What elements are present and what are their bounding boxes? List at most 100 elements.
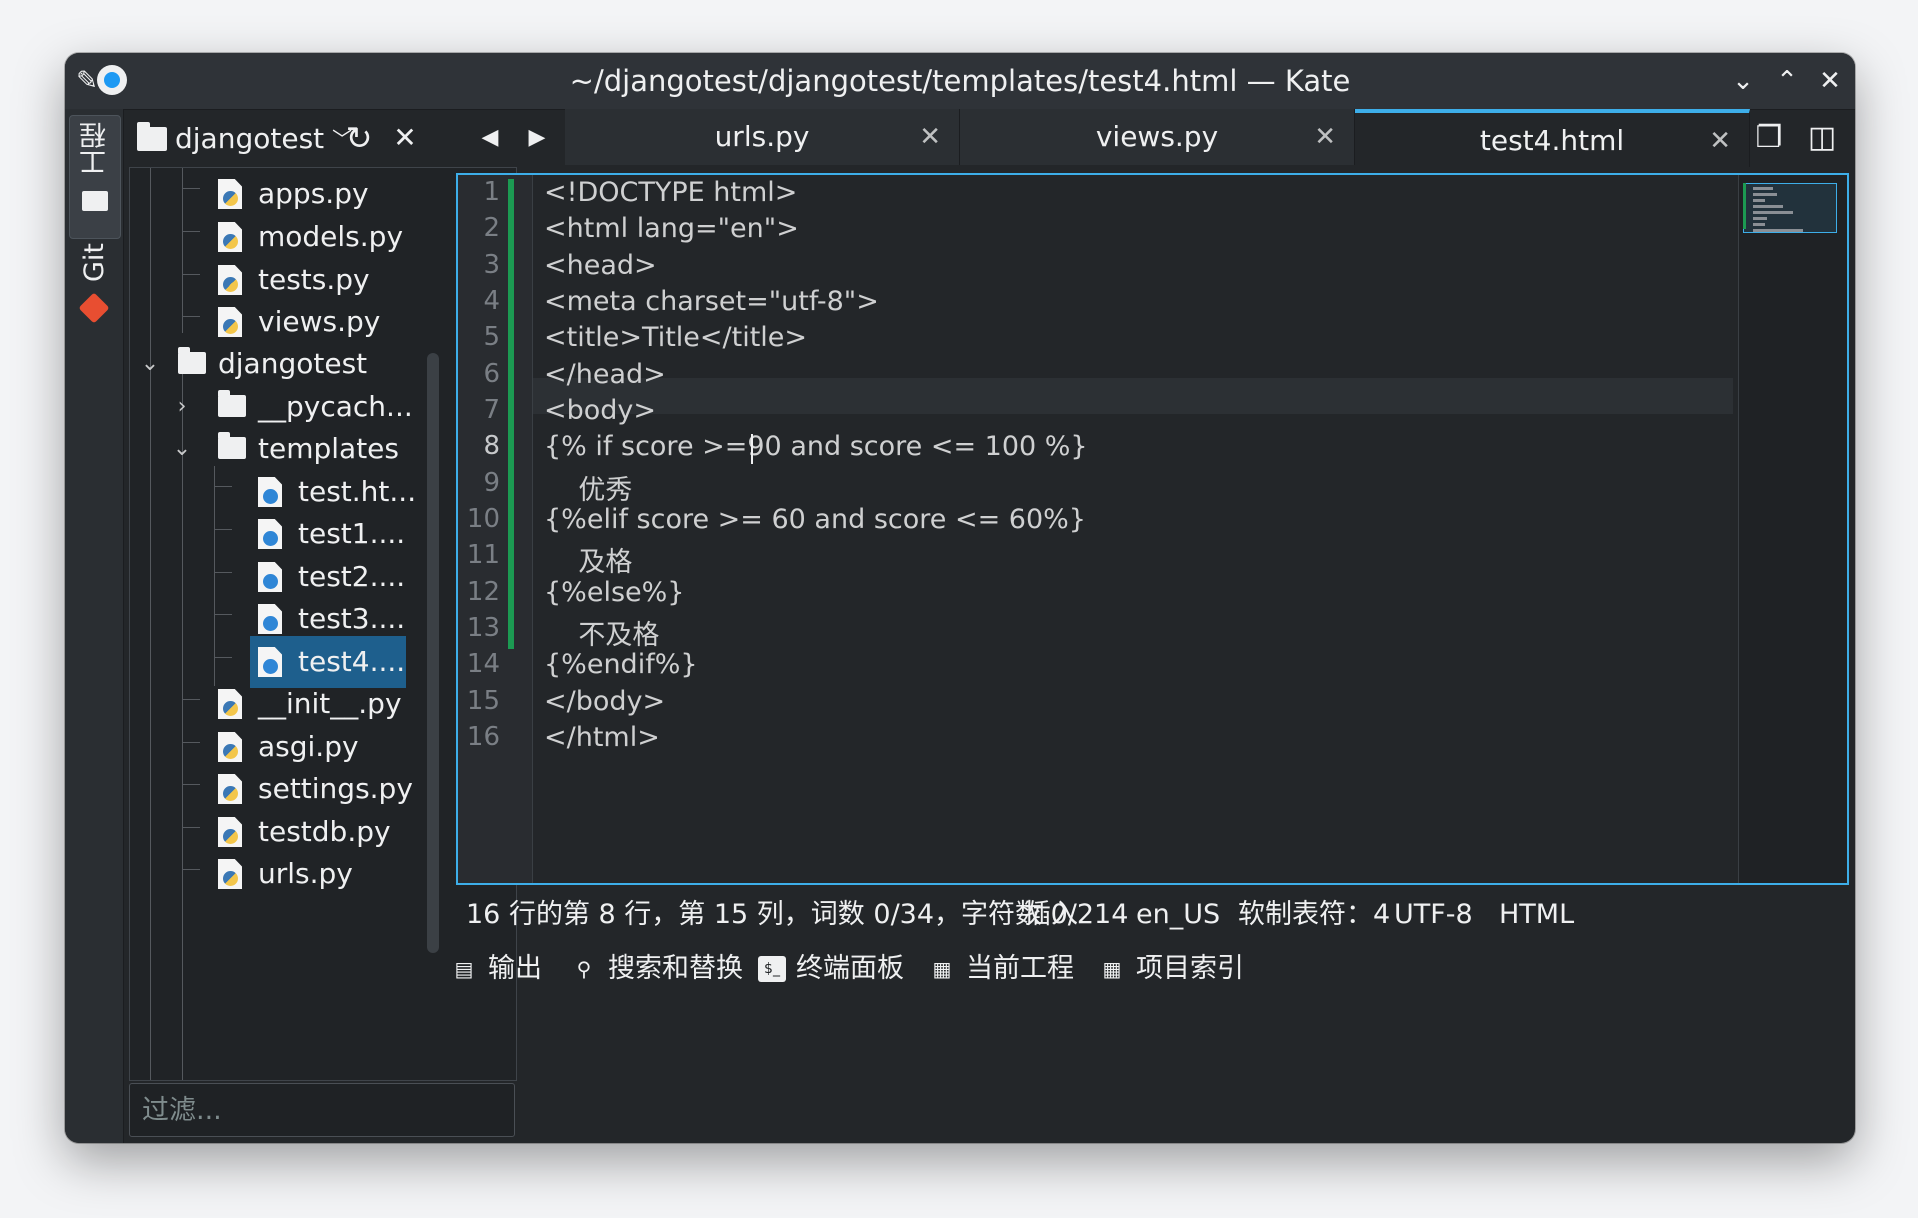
python-file-icon	[218, 774, 242, 804]
line-number: 14	[466, 649, 500, 679]
line-number: 9	[483, 468, 500, 498]
line-number: 11	[466, 540, 500, 570]
project-panel-tab[interactable]: 工程	[69, 115, 121, 239]
terminal-panel-button[interactable]: $_ 终端面板	[758, 941, 904, 997]
filter-input[interactable]: 过滤...	[129, 1083, 515, 1137]
html-file-icon	[258, 519, 282, 549]
project-name: djangotest	[175, 122, 325, 155]
python-file-icon	[218, 265, 242, 295]
line-number: 7	[483, 395, 500, 425]
modified-lines-marker	[508, 179, 514, 649]
line-number: 16	[466, 722, 500, 752]
code-line: {%else%}	[544, 577, 685, 608]
line-number: 3	[483, 250, 500, 280]
line-number: 4	[483, 286, 500, 316]
folder-icon	[178, 347, 206, 374]
code-line: 优秀	[544, 475, 633, 506]
code-line: </body>	[544, 686, 666, 717]
code-line: 及格	[544, 547, 633, 578]
line-number: 1	[483, 177, 500, 207]
line-number: 13	[466, 613, 500, 643]
close-tab-icon[interactable]: ✕	[1709, 113, 1731, 169]
line-number: 15	[466, 686, 500, 716]
code-line: {%endif%}	[544, 649, 698, 680]
code-line: {% if score >=90 and score <= 100 %}	[544, 431, 1088, 462]
code-line: {%elif score >= 60 and score <= 60%}	[544, 504, 1086, 535]
input-mode[interactable]: 插入	[1024, 893, 1078, 937]
code-line: <html lang="en">	[544, 213, 799, 244]
python-file-icon	[218, 222, 242, 252]
folder-icon	[82, 191, 108, 211]
html-file-icon	[258, 477, 282, 507]
window-title: ~/djangotest/djangotest/templates/test4.…	[569, 64, 1351, 98]
minimap[interactable]	[1738, 175, 1847, 883]
code-editor[interactable]: 1 2 3 4 5 6 7 8 9 10 11 12 13 14 15 16 <…	[456, 173, 1849, 885]
close-tab-icon[interactable]: ✕	[1314, 109, 1336, 165]
tab-test4-html[interactable]: test4.html ✕	[1355, 109, 1750, 167]
line-number: 8	[483, 431, 500, 461]
output-panel-button[interactable]: ▤ 输出	[450, 941, 542, 997]
line-number: 5	[483, 322, 500, 352]
html-file-icon	[258, 647, 282, 677]
bottom-tool-bar: ▤ 输出 ⚲ 搜索和替换 $_ 终端面板 ▦ 当前工程 ▦ 项目索引	[450, 941, 1850, 997]
syntax-mode[interactable]: HTML	[1499, 893, 1574, 937]
git-tab-label: Git	[78, 243, 110, 283]
folder-icon	[218, 390, 246, 417]
folder-icon	[137, 122, 167, 151]
minimize-icon[interactable]: ⌄	[1723, 53, 1763, 109]
close-tab-icon[interactable]: ✕	[919, 109, 941, 165]
code-line: <title>Title</title>	[544, 322, 808, 353]
dictionary-language[interactable]: en_US	[1136, 893, 1220, 937]
split-view-icon[interactable]: ◫	[1800, 109, 1844, 167]
tab-views-py[interactable]: views.py ✕	[960, 109, 1355, 165]
code-line: <body>	[544, 395, 657, 426]
python-file-icon	[218, 179, 242, 209]
file-tree-scrollbar[interactable]	[427, 353, 439, 953]
index-list-icon: ▦	[1102, 957, 1122, 981]
code-line: <meta charset="utf-8">	[544, 286, 879, 317]
code-line: <!DOCTYPE html>	[544, 177, 798, 208]
tab-urls-py[interactable]: urls.py ✕	[565, 109, 960, 165]
python-file-icon	[218, 307, 242, 337]
search-replace-button[interactable]: ⚲ 搜索和替换	[570, 941, 743, 997]
indentation-setting[interactable]: 软制表符：4	[1238, 893, 1390, 937]
folder-icon	[218, 432, 246, 459]
git-panel-tab[interactable]: Git	[69, 243, 119, 355]
project-list-icon: ▦	[932, 957, 952, 981]
project-tab-label: 工程	[79, 122, 111, 176]
python-file-icon	[218, 732, 242, 762]
status-bar: 16 行的第 8 行，第 15 列，词数 0/34，字符数 0/214 插入 e…	[456, 893, 1849, 937]
tab-bar: urls.py ✕ views.py ✕ test4.html ✕	[565, 109, 1810, 167]
html-file-icon	[258, 604, 282, 634]
quick-open-icon[interactable]: ❐	[1747, 109, 1791, 167]
file-tree-toolbar: djangotest ﹀ ↻ ✕	[125, 109, 515, 167]
python-file-icon	[218, 859, 242, 889]
code-line: 不及格	[544, 620, 660, 651]
reload-icon[interactable]: ↻	[339, 117, 379, 159]
html-file-icon	[258, 562, 282, 592]
kate-logo-icon	[97, 65, 127, 95]
maximize-icon[interactable]: ⌃	[1767, 53, 1807, 109]
close-window-icon[interactable]: ✕	[1810, 53, 1850, 109]
current-project-button[interactable]: ▦ 当前工程	[928, 941, 1074, 997]
project-index-button[interactable]: ▦ 项目索引	[1098, 941, 1244, 997]
line-number: 12	[466, 577, 500, 607]
previous-tab-icon[interactable]: ◀	[470, 109, 510, 167]
current-line-highlight	[533, 378, 1733, 414]
code-line: </html>	[544, 722, 660, 753]
search-icon: ⚲	[576, 957, 592, 981]
next-tab-icon[interactable]: ▶	[517, 109, 557, 167]
python-file-icon	[218, 689, 242, 719]
line-number: 6	[483, 359, 500, 389]
line-number: 2	[483, 213, 500, 243]
kate-window: ~/djangotest/djangotest/templates/test4.…	[65, 53, 1855, 1143]
encoding[interactable]: UTF-8	[1394, 893, 1473, 937]
python-file-icon	[218, 817, 242, 847]
terminal-icon: $_	[758, 956, 786, 982]
line-number: 10	[466, 504, 500, 534]
close-project-icon[interactable]: ✕	[385, 117, 425, 159]
code-line: <head>	[544, 250, 657, 281]
output-icon: ▤	[454, 957, 474, 981]
project-selector[interactable]: djangotest ﹀	[137, 119, 352, 159]
git-icon	[78, 292, 110, 324]
